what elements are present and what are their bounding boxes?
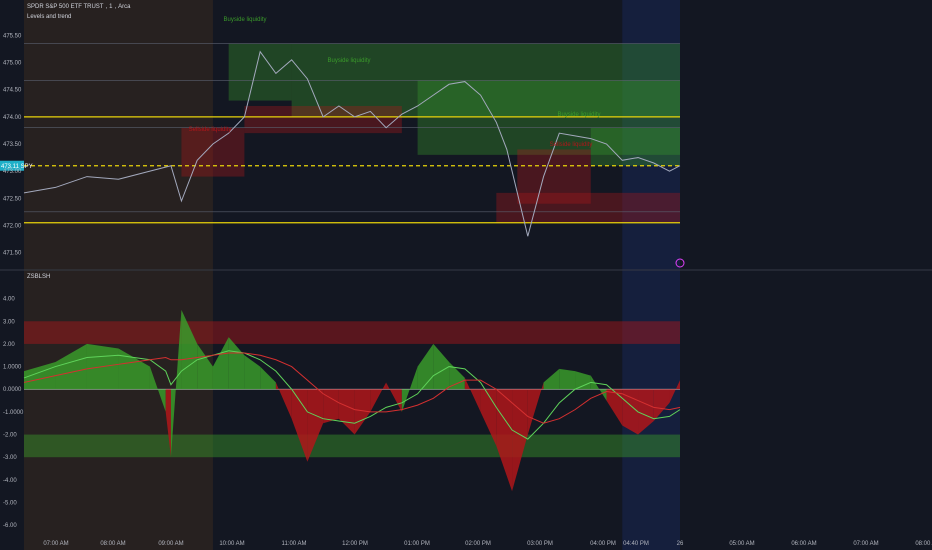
oscillator-axis-tick: 4.00 — [3, 297, 15, 303]
price-axis-tick: 472.50 — [3, 196, 22, 202]
buyside-liquidity-label: Buyside liquidity — [557, 112, 600, 118]
oscillator-legend[interactable]: ZSBLSH — [27, 274, 50, 280]
time-axis-tick: 07:00 AM — [43, 541, 68, 547]
premarket-shade — [24, 0, 213, 550]
time-axis-tick: 08:00 AM — [100, 541, 125, 547]
oscillator-axis-tick: 2.00 — [3, 342, 15, 348]
buyside-liquidity-label: Buyside liquidity — [223, 17, 266, 23]
price-axis-tick: 472.00 — [3, 223, 22, 229]
time-axis-tick: 07:00 AM — [853, 541, 878, 547]
symbol-name: SPDR S&P 500 ETF TRUST — [27, 4, 104, 10]
time-axis-tick: 06:00 AM — [791, 541, 816, 547]
oscillator-axis-tick: 1.0000 — [3, 365, 22, 371]
time-axis-tick: 08:00 AM — [915, 541, 932, 547]
oscillator-axis-tick: -4.00 — [3, 478, 17, 484]
oscillator-axis-tick: 3.00 — [3, 319, 15, 325]
time-axis-tick: 26 — [677, 541, 684, 547]
price-axis-tick: 474.50 — [3, 88, 22, 94]
oscillator-axis-tick: -2.00 — [3, 433, 17, 439]
oscillator-axis-tick: 0.0000 — [3, 387, 22, 393]
time-axis-tick: 03:00 PM — [527, 541, 553, 547]
time-axis-tick: 05:00 AM — [729, 541, 754, 547]
oscillator-axis-tick: -6.00 — [3, 523, 17, 529]
chart-canvas[interactable]: 473.11 SPY 475.50475.00474.50474.00473.5… — [0, 0, 932, 550]
time-axis-tick: 04:00 PM — [590, 541, 616, 547]
price-axis-tick: 475.00 — [3, 61, 22, 67]
sellside-zone — [517, 149, 591, 204]
time-axis-tick: 12:00 PM — [342, 541, 368, 547]
price-axis-tick: 473.00 — [3, 169, 22, 175]
buyside-zone — [590, 127, 680, 166]
indicator-legend[interactable]: Levels and trend — [27, 14, 71, 20]
time-axis-tick: 09:00 AM — [158, 541, 183, 547]
exchange: Arca — [118, 4, 131, 10]
sellside-zone — [181, 127, 245, 177]
price-axis-tick: 474.00 — [3, 115, 22, 121]
price-axis-tick: 475.50 — [3, 33, 22, 39]
oscillator-axis-tick: -3.00 — [3, 455, 17, 461]
price-axis-tick: 471.50 — [3, 251, 22, 257]
sellside-liquidity-label: Sellside liquidity — [550, 142, 593, 148]
time-axis-tick: 02:00 PM — [465, 541, 491, 547]
price-axis-tick: 473.50 — [3, 142, 22, 148]
overbought-band — [24, 321, 680, 344]
time-axis-tick: 11:00 AM — [282, 541, 307, 547]
chart-header[interactable]: SPDR S&P 500 ETF TRUST, 1, Arca — [27, 4, 131, 10]
oscillator-axis-tick: -5.00 — [3, 501, 17, 507]
oscillator-area-segment — [323, 389, 339, 424]
time-axis-tick: 10:00 AM — [219, 541, 244, 547]
oscillator-axis-tick: -1.0000 — [3, 410, 24, 416]
sellside-liquidity-label: Sellside liquidity — [189, 127, 232, 133]
oscillator-area-segment — [559, 368, 576, 390]
buyside-liquidity-label: Buyside liquidity — [327, 58, 370, 64]
time-axis-tick: 04:40 PM — [623, 541, 649, 547]
time-axis-tick: 01:00 PM — [404, 541, 430, 547]
oversold-band — [24, 434, 680, 458]
